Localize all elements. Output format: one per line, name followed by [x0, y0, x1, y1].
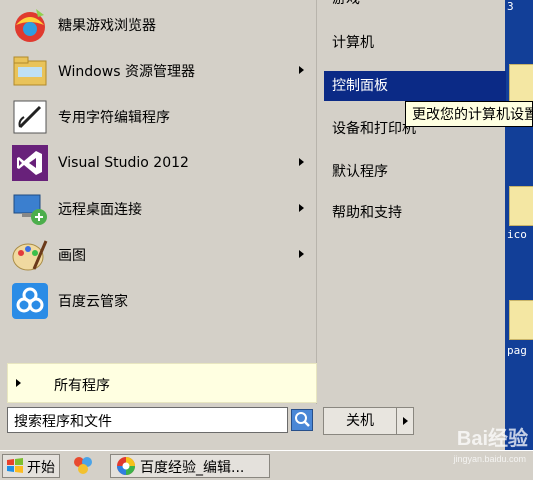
desktop-label-ico[interactable]: ico [507, 228, 533, 241]
desktop-label-top: 3 [507, 0, 514, 13]
search-input[interactable]: 搜索程序和文件 [7, 407, 288, 433]
paint-icon [12, 240, 48, 271]
right-item-computer[interactable]: 计算机 [324, 28, 506, 58]
visual-studio-icon [12, 145, 48, 181]
program-label: 百度云管家 [58, 294, 128, 310]
desktop-folder-icon[interactable] [509, 64, 533, 104]
search-button[interactable] [291, 409, 313, 431]
program-remote-desktop[interactable]: 远程桌面连接 [6, 187, 312, 231]
all-programs-button[interactable]: 所有程序 [7, 363, 317, 403]
program-visual-studio[interactable]: Visual Studio 2012 [6, 141, 312, 185]
desktop-folder-icon[interactable] [509, 186, 533, 226]
program-label: Windows 资源管理器 [58, 64, 195, 80]
desktop-label-pag[interactable]: pag [507, 344, 533, 357]
start-button[interactable]: 开始 [2, 454, 60, 478]
candy-browser-icon [117, 457, 135, 475]
right-item-control-panel[interactable]: 控制面板 [324, 71, 506, 101]
program-label: 专用字符编辑程序 [58, 110, 170, 126]
program-label: 画图 [58, 248, 86, 264]
program-paint[interactable]: 画图 [6, 233, 312, 277]
taskbar-button-label: 百度经验_编辑... [140, 460, 245, 476]
programs-pane: 糖果游戏浏览器 Windows 资源管理器 专用字符编辑程序 Visual St… [0, 0, 317, 404]
program-label: 远程桌面连接 [58, 202, 142, 218]
char-editor-icon [13, 100, 47, 134]
program-label: 糖果游戏浏览器 [58, 18, 156, 34]
all-programs-arrow-icon [16, 379, 21, 387]
submenu-arrow-icon [299, 250, 304, 258]
start-menu: 糖果游戏浏览器 Windows 资源管理器 专用字符编辑程序 Visual St… [0, 0, 506, 450]
places-pane: 游戏 计算机 控制面板 设备和打印机 默认程序 帮助和支持 [318, 0, 506, 404]
all-programs-label: 所有程序 [54, 378, 110, 394]
search-icon [295, 412, 310, 427]
right-item-games[interactable]: 游戏 [324, 0, 506, 14]
watermark-sub: jingyan.baidu.com [453, 454, 526, 464]
taskbar-button-browser[interactable]: 百度经验_编辑... [110, 454, 270, 478]
program-char-editor[interactable]: 专用字符编辑程序 [6, 95, 312, 139]
control-panel-tooltip: 更改您的计算机设置 [405, 101, 533, 127]
right-item-default-programs[interactable]: 默认程序 [324, 157, 506, 187]
program-candy-browser[interactable]: 糖果游戏浏览器 [6, 3, 312, 47]
submenu-arrow-icon [299, 204, 304, 212]
submenu-arrow-icon [299, 66, 304, 74]
quick-launch-candy-icon[interactable] [72, 454, 94, 476]
remote-desktop-icon [13, 194, 47, 225]
watermark-main: Bai经验 [456, 428, 528, 450]
program-windows-explorer[interactable]: Windows 资源管理器 [6, 49, 312, 93]
desktop-folder-icon[interactable] [509, 300, 533, 340]
baidu-cloud-icon [12, 283, 48, 319]
windows-logo-icon [7, 458, 23, 473]
start-label: 开始 [27, 460, 55, 476]
program-label: Visual Studio 2012 [58, 155, 189, 171]
program-baidu-cloud[interactable]: 百度云管家 [6, 279, 312, 323]
explorer-folder-icon [13, 56, 47, 86]
right-item-help-support[interactable]: 帮助和支持 [324, 198, 506, 228]
candy-browser-icon [15, 9, 45, 42]
baidu-watermark: Bai经验 jingyan.baidu.com [382, 412, 532, 470]
submenu-arrow-icon [299, 158, 304, 166]
